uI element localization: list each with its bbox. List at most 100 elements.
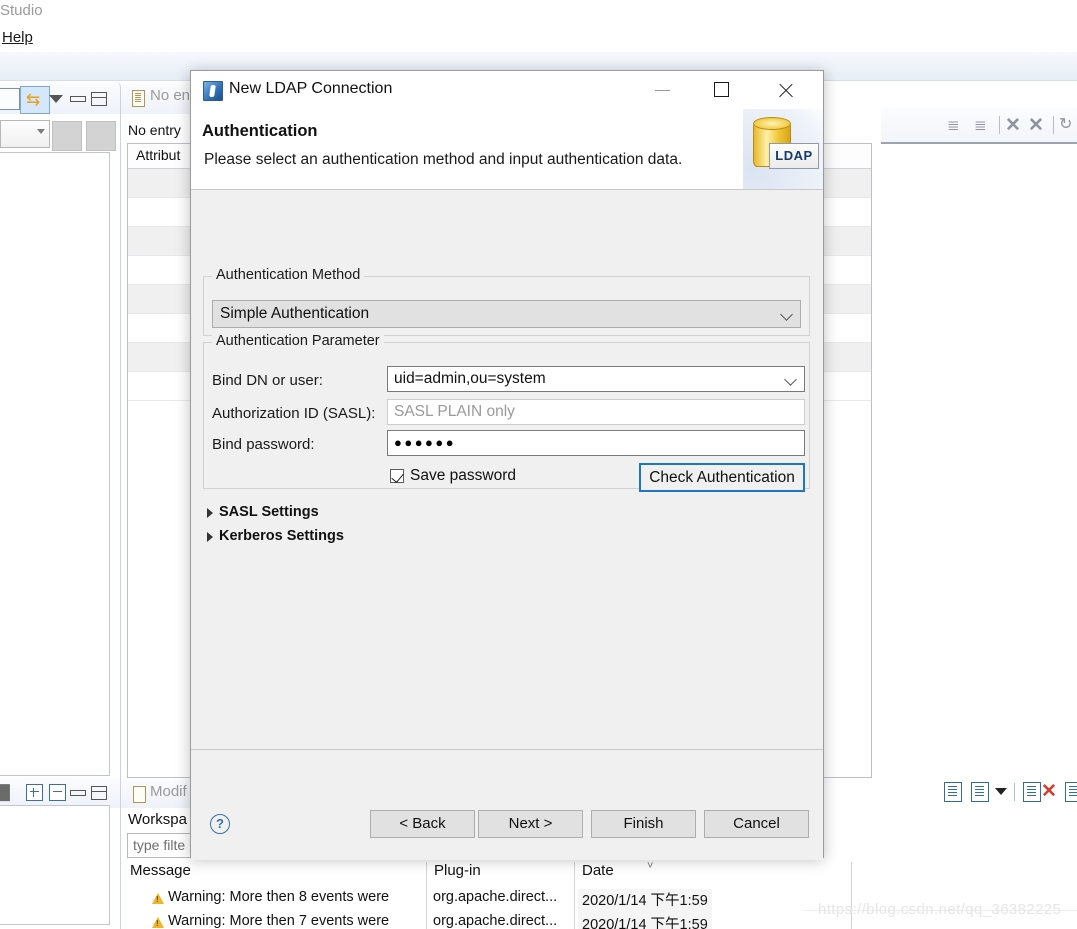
delete-icon[interactable]: ✕ bbox=[1005, 114, 1021, 137]
close-button[interactable] bbox=[763, 71, 809, 109]
bind-password-value: ●●●●●● bbox=[394, 435, 457, 450]
page-description: Please select an authentication method a… bbox=[204, 151, 683, 168]
minimize-icon bbox=[655, 90, 670, 91]
maximize-view-icon[interactable] bbox=[91, 92, 107, 106]
authentication-parameter-legend: Authentication Parameter bbox=[212, 333, 384, 349]
log-row-message[interactable]: Warning: More then 8 events were bbox=[168, 889, 389, 913]
sasl-settings-label[interactable]: SASL Settings bbox=[219, 504, 319, 520]
bind-dn-combo[interactable]: uid=admin,ou=system bbox=[387, 366, 805, 392]
footer-divider bbox=[191, 749, 823, 750]
sort-descending-icon: ˅ bbox=[647, 860, 654, 872]
log-row-plugin[interactable]: org.apache.direct... bbox=[433, 913, 557, 929]
help-button[interactable]: ? bbox=[210, 814, 230, 834]
save-password-checkbox[interactable] bbox=[390, 469, 404, 483]
menu-help[interactable]: Help bbox=[2, 29, 33, 46]
warning-icon bbox=[152, 917, 164, 928]
minimize-button[interactable] bbox=[641, 71, 687, 109]
bind-password-input[interactable]: ●●●●●● bbox=[387, 430, 805, 456]
export-log-icon[interactable] bbox=[944, 782, 962, 802]
error-log-table: Message Plug-in Date ˅ Warning: More the… bbox=[122, 860, 1077, 929]
view-menu-icon[interactable] bbox=[49, 95, 63, 103]
sasl-settings-twisty-icon[interactable] bbox=[207, 508, 213, 518]
tree-tool-button[interactable] bbox=[52, 121, 82, 151]
authentication-method-select[interactable]: Simple Authentication bbox=[212, 300, 801, 328]
import-log-icon[interactable] bbox=[971, 782, 989, 802]
link-with-editor-button[interactable]: ⇆ bbox=[20, 86, 50, 114]
authorization-id-label: Authorization ID (SASL): bbox=[212, 405, 376, 422]
expand-all-icon[interactable] bbox=[26, 784, 43, 801]
new-ldap-connection-dialog: New LDAP Connection Authentication Pleas… bbox=[190, 70, 824, 860]
screen: Studio Help ⇆ No en No entry Attribut ≣ … bbox=[0, 0, 1077, 929]
error-log-toolbar: ✕ bbox=[935, 778, 1077, 812]
left-panel-combo[interactable] bbox=[0, 120, 50, 148]
collapse-all-icon[interactable] bbox=[49, 784, 66, 801]
bind-password-label: Bind password: bbox=[212, 436, 315, 453]
authentication-method-legend: Authentication Method bbox=[212, 267, 365, 283]
right-panel-toolbar: ≣ ≣ ✕ ✕ ↻ bbox=[881, 108, 1077, 144]
close-icon bbox=[777, 82, 794, 99]
menu-help-label: Help bbox=[2, 29, 33, 46]
new-value-icon[interactable]: ≣ bbox=[947, 116, 960, 134]
dialog-body: Authentication Method Simple Authenticat… bbox=[191, 190, 823, 860]
document-icon bbox=[132, 90, 145, 107]
bottom-left-canvas bbox=[0, 805, 110, 925]
check-authentication-button[interactable]: Check Authentication bbox=[639, 463, 805, 492]
browser-icon[interactable]: █ bbox=[0, 784, 10, 800]
collapse-all-icon[interactable] bbox=[0, 88, 20, 110]
chevron-down-icon bbox=[37, 129, 45, 134]
toolbar-divider bbox=[999, 116, 1000, 134]
check-icon bbox=[391, 470, 404, 483]
column-header-message[interactable]: Message bbox=[130, 862, 191, 888]
link-arrows-icon: ⇆ bbox=[26, 90, 41, 109]
open-log-icon[interactable] bbox=[1065, 782, 1077, 802]
back-button[interactable]: < Back bbox=[370, 810, 475, 838]
column-divider bbox=[574, 862, 575, 929]
document-icon bbox=[133, 786, 146, 803]
dialog-title-bar[interactable]: New LDAP Connection bbox=[191, 71, 823, 109]
minimize-view-icon[interactable] bbox=[70, 790, 86, 796]
bind-dn-value: uid=admin,ou=system bbox=[394, 370, 546, 387]
left-panel-canvas bbox=[0, 152, 110, 776]
log-row-plugin[interactable]: org.apache.direct... bbox=[433, 889, 557, 913]
clear-log-icon[interactable] bbox=[1023, 782, 1041, 802]
ldap-badge: LDAP bbox=[743, 109, 823, 189]
next-button[interactable]: Next > bbox=[478, 810, 583, 838]
maximize-button[interactable] bbox=[699, 71, 745, 109]
warning-icon bbox=[152, 893, 164, 904]
bind-dn-label: Bind DN or user: bbox=[212, 372, 323, 389]
column-header-date[interactable]: Date bbox=[582, 862, 614, 888]
chevron-down-icon bbox=[780, 308, 793, 321]
finish-button[interactable]: Finish bbox=[591, 810, 696, 838]
cancel-button[interactable]: Cancel bbox=[704, 810, 809, 838]
toolbar-divider bbox=[1014, 783, 1015, 801]
watermark-text: https://blog.csdn.net/qq_36382225 bbox=[818, 901, 1062, 918]
delete-log-icon[interactable]: ✕ bbox=[1041, 780, 1057, 803]
log-row-date[interactable]: 2020/1/14 下午1:59 bbox=[578, 913, 712, 929]
kerberos-settings-twisty-icon[interactable] bbox=[207, 532, 213, 542]
log-row-date[interactable]: 2020/1/14 下午1:59 bbox=[578, 889, 712, 913]
view-menu-icon[interactable] bbox=[995, 788, 1007, 795]
dialog-header: Authentication Please select an authenti… bbox=[191, 109, 823, 190]
maximize-view-icon[interactable] bbox=[91, 786, 107, 800]
refresh-icon[interactable]: ↻ bbox=[1059, 114, 1072, 134]
ldap-studio-app-icon bbox=[203, 81, 223, 101]
entry-editor-tab-label: No en bbox=[150, 87, 191, 104]
ldap-label-chip: LDAP bbox=[769, 143, 819, 169]
workspace-label: Workspa bbox=[128, 811, 187, 828]
delete-all-icon[interactable]: ✕ bbox=[1028, 114, 1044, 137]
minimize-view-icon[interactable] bbox=[70, 96, 86, 102]
new-attribute-icon[interactable]: ≣ bbox=[974, 116, 987, 134]
column-header-plugin[interactable]: Plug-in bbox=[434, 862, 481, 888]
database-cylinder-top bbox=[753, 117, 791, 130]
chevron-down-icon bbox=[784, 373, 797, 386]
authorization-id-input[interactable]: SASL PLAIN only bbox=[387, 399, 805, 425]
log-row-message[interactable]: Warning: More then 7 events were bbox=[168, 913, 389, 929]
entry-editor-subtitle: No entry bbox=[128, 122, 181, 138]
edit-tool-button[interactable] bbox=[86, 121, 116, 151]
toolbar-divider bbox=[1053, 116, 1054, 134]
menu-studio-label: Studio bbox=[0, 2, 43, 19]
save-password-label: Save password bbox=[410, 467, 516, 484]
kerberos-settings-label[interactable]: Kerberos Settings bbox=[219, 528, 344, 544]
right-panel bbox=[881, 82, 1077, 778]
column-divider bbox=[426, 862, 427, 929]
